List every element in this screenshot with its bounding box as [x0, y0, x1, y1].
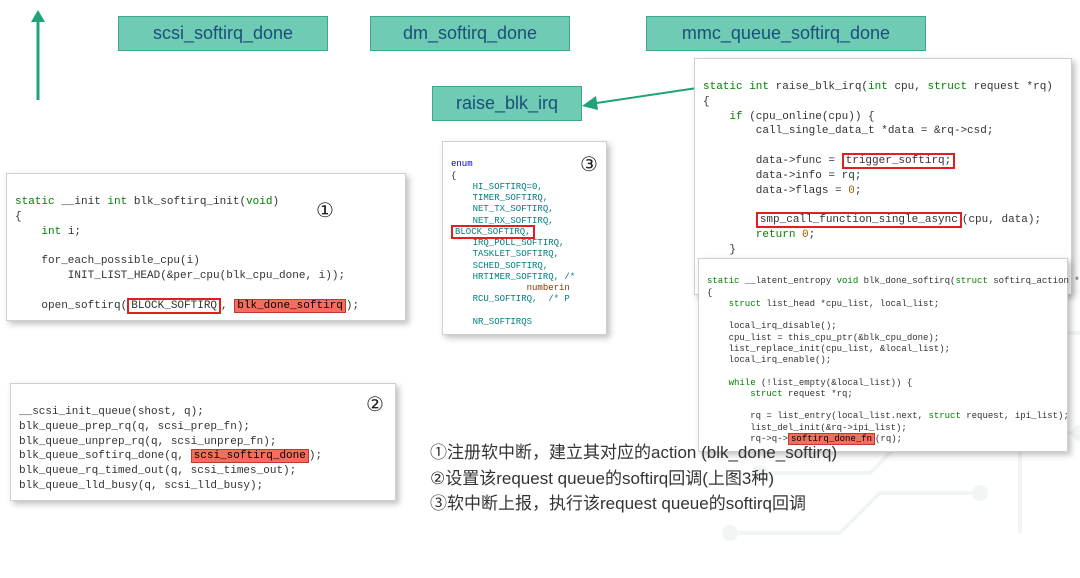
code-blk-done-softirq: static __latent_entropy void blk_done_so…: [698, 258, 1068, 452]
dm-softirq-done-node: dm_softirq_done: [370, 16, 570, 51]
raise-blk-irq-node: raise_blk_irq: [432, 86, 582, 121]
callout-number-1: ①: [316, 198, 334, 223]
code-scsi-queue-setup: __scsi_init_queue(shost, q); blk_queue_p…: [10, 383, 396, 501]
callout-number-2: ②: [366, 392, 384, 417]
highlight-trigger-softirq: trigger_softirq;: [842, 153, 956, 169]
explanation-caption: ①注册软中断，建立其对应的action (blk_done_softirq) ②…: [430, 440, 837, 517]
highlight-enum-block-softirq: BLOCK_SOFTIRQ,: [451, 225, 535, 239]
arrow-to-raise-blk-irq: [582, 82, 702, 122]
highlight-scsi-softirq-done: scsi_softirq_done: [191, 449, 309, 463]
callout-number-3: ③: [580, 152, 598, 177]
arrow-up-icon: [28, 10, 48, 105]
mmc-queue-softirq-done-node: mmc_queue_softirq_done: [646, 16, 926, 51]
highlight-blk-done-softirq: blk_done_softirq: [234, 299, 346, 313]
scsi-softirq-done-node: scsi_softirq_done: [118, 16, 328, 51]
code-blk-softirq-init: static __init int blk_softirq_init(void)…: [6, 173, 406, 321]
highlight-block-softirq: BLOCK_SOFTIRQ: [127, 298, 221, 314]
highlight-smp-call: smp_call_function_single_async: [756, 212, 962, 228]
